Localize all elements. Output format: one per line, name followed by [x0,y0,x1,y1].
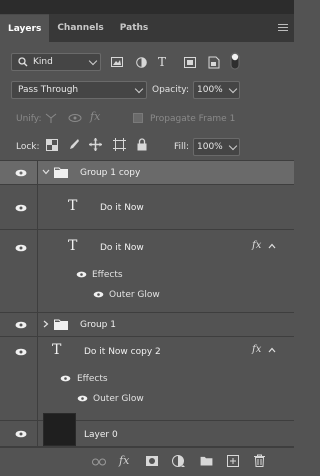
chevron-right-icon[interactable] [43,320,49,328]
visibility-eye-icon[interactable] [15,430,27,438]
trash-icon[interactable] [254,454,265,467]
layers-list: Group 1 copy T Do it Now T Do it Now fx … [0,160,294,447]
filter-kind-dropdown[interactable]: Kind [11,53,101,71]
chevron-up-icon[interactable] [268,243,276,249]
lock-all-icon[interactable] [137,138,147,151]
unify-label: Unify: [16,114,42,124]
panel-tabs: Layers Channels Paths [0,14,294,42]
layer-name: Group 1 [80,320,116,330]
folder-icon [54,319,68,330]
effect-outer-glow: Outer Glow [109,290,160,300]
visibility-eye-icon[interactable] [77,395,88,402]
layer-name: Do it Now [100,243,144,253]
smartobject-filter-icon[interactable] [208,56,220,69]
text-layer-icon: T [52,342,62,358]
tab-channels[interactable]: Channels [49,14,111,42]
folder-icon [54,167,68,178]
link-icon[interactable] [92,458,106,466]
adjustment-icon[interactable] [172,455,185,468]
effects-label: Effects [77,374,108,384]
layer-text-do-it-now-fx[interactable]: T Do it Now fx Effects Outer Glow [0,229,294,312]
chevron-up-icon[interactable] [268,347,276,353]
chevron-down-icon[interactable] [42,169,50,175]
lock-label: Lock: [16,142,40,152]
layer-group-1-copy[interactable]: Group 1 copy [0,160,294,184]
opacity-field[interactable]: 100% [193,81,240,99]
chevron-down-icon [88,56,98,66]
lock-position-icon[interactable] [89,138,102,151]
adjustment-filter-icon[interactable] [136,57,147,68]
lock-artboard-icon[interactable] [113,138,126,151]
unify-position-icon[interactable] [44,112,58,124]
layer-name: Group 1 copy [80,168,141,178]
fill-value: 100% [197,142,223,152]
filter-kind-label: Kind [33,57,53,67]
layer-text-do-it-now[interactable]: T Do it Now [0,184,294,229]
effect-outer-glow: Outer Glow [93,394,144,404]
visibility-eye-icon[interactable] [15,348,27,356]
effects-label: Effects [92,270,123,280]
layer-layer-0[interactable]: Layer 0 [0,413,294,447]
type-filter-icon[interactable]: T [158,55,166,69]
visibility-eye-icon[interactable] [15,244,27,252]
chevron-down-icon [134,84,144,94]
visibility-eye-icon[interactable] [15,204,27,212]
search-icon [18,57,28,67]
layer-group-1[interactable]: Group 1 [0,312,294,336]
folder-icon[interactable] [200,456,213,466]
fx-icon[interactable]: fx [119,454,129,467]
chevron-down-icon [228,84,238,94]
layer-thumbnail [43,413,76,446]
tab-paths[interactable]: Paths [112,14,157,42]
tab-layers[interactable]: Layers [0,14,50,42]
lock-pixels-icon[interactable] [67,138,79,151]
visibility-eye-icon[interactable] [15,169,27,177]
opacity-label: Opacity: [152,85,189,95]
layer-name: Do it Now [100,203,144,213]
mask-icon[interactable] [146,456,158,466]
visibility-eye-icon[interactable] [76,271,87,278]
layer-name: Layer 0 [84,430,118,440]
chevron-down-icon [228,141,238,151]
unify-style-icon[interactable]: fx [90,110,100,123]
opacity-value: 100% [197,85,223,95]
layer-name: Do it Now copy 2 [84,347,161,357]
shape-filter-icon[interactable] [184,57,196,68]
propagate-checkbox[interactable] [133,113,143,123]
blend-mode-dropdown[interactable]: Pass Through [11,81,147,99]
visibility-eye-icon[interactable] [15,321,27,329]
lock-transparent-icon[interactable] [46,139,58,151]
fx-badge-icon[interactable]: fx [252,240,261,251]
unify-visibility-icon[interactable] [68,112,82,124]
panel-title-bar [0,0,294,14]
layer-text-do-it-now-copy-2[interactable]: T Do it Now copy 2 fx Effects Outer Glow [0,336,294,420]
fx-badge-icon[interactable]: fx [252,344,261,355]
image-filter-icon[interactable] [111,57,123,67]
text-layer-icon: T [68,238,78,254]
propagate-label: Propagate Frame 1 [150,114,236,124]
fill-field[interactable]: 100% [193,138,240,156]
visibility-eye-icon[interactable] [93,291,104,298]
layers-bottom-bar: fx [0,447,294,476]
visibility-eye-icon[interactable] [60,375,71,382]
panel-menu-icon[interactable] [278,24,288,32]
filter-toggle-icon[interactable] [230,52,240,70]
new-layer-icon[interactable] [227,455,239,467]
text-layer-icon: T [68,198,78,214]
fill-label: Fill: [174,142,190,152]
blend-mode-value: Pass Through [18,85,79,95]
